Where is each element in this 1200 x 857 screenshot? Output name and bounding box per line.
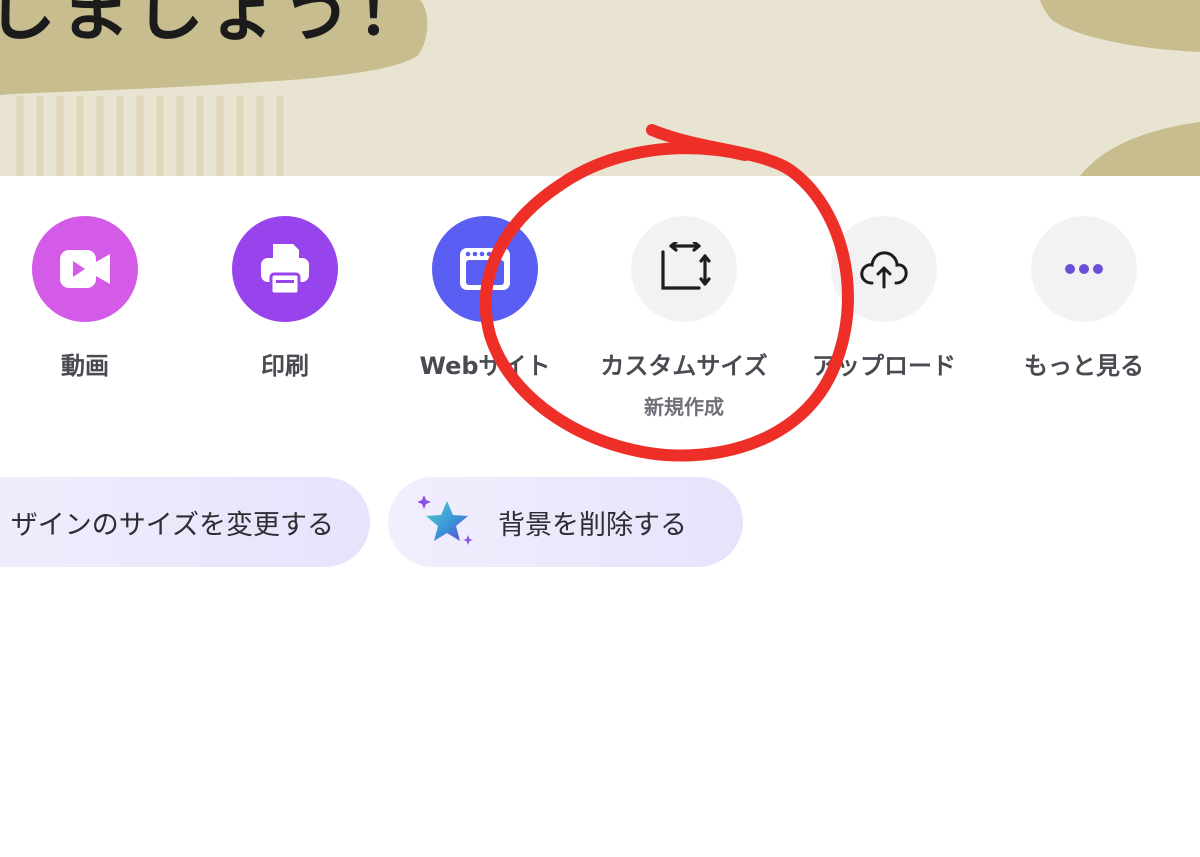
quick-create-custom-size[interactable]: カスタムサイズ 新規作成	[594, 216, 774, 420]
quick-create-label: もっと見る	[1024, 352, 1144, 380]
more-dots-icon	[1065, 264, 1103, 274]
quick-create-print[interactable]: 印刷	[195, 216, 375, 381]
quick-create-label: 印刷	[261, 352, 309, 380]
resize-design-pill[interactable]: ザインのサイズを変更する	[0, 477, 370, 567]
remove-background-pill[interactable]: 背景を削除する	[388, 477, 743, 567]
banner-title: しましょう！	[0, 0, 430, 51]
printer-icon	[261, 244, 309, 296]
quick-create-label: アップロード	[812, 352, 956, 380]
more-button[interactable]	[1031, 216, 1137, 322]
quick-create-label: カスタムサイズ	[600, 352, 768, 380]
browser-window-icon	[460, 248, 510, 290]
sparkle-star-icon	[418, 495, 473, 545]
quick-create-video[interactable]: 動画	[0, 216, 175, 381]
cloud-upload-icon	[860, 251, 908, 289]
hero-banner: しましょう！	[0, 0, 1200, 176]
print-button[interactable]	[232, 216, 338, 322]
quick-create-label: 動画	[61, 352, 109, 380]
custom-size-button[interactable]	[631, 216, 737, 322]
quick-create-more[interactable]: もっと見る	[994, 216, 1174, 381]
video-camera-icon	[60, 250, 110, 288]
quick-create-upload[interactable]: アップロード	[794, 216, 974, 381]
quick-create-sublabel: 新規作成	[644, 395, 724, 419]
resize-icon	[661, 242, 711, 290]
website-button[interactable]	[432, 216, 538, 322]
remove-background-label: 背景を削除する	[498, 509, 687, 541]
upload-button[interactable]	[831, 216, 937, 322]
video-button[interactable]	[32, 216, 138, 322]
quick-create-website[interactable]: Webサイト	[395, 216, 575, 381]
resize-design-label: ザインのサイズを変更する	[10, 509, 334, 541]
quick-create-label: Webサイト	[419, 352, 551, 380]
